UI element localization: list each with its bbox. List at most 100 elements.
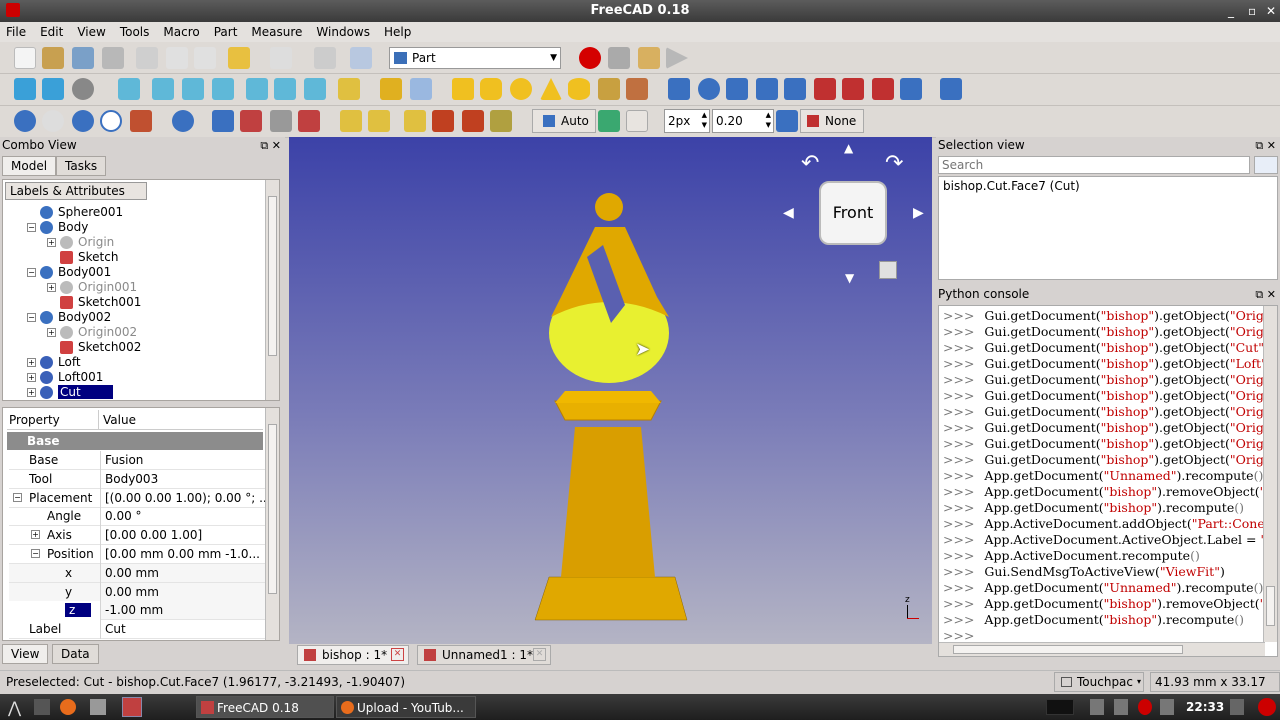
stop-macro-icon[interactable] bbox=[608, 47, 630, 69]
expand-icon[interactable]: + bbox=[47, 238, 56, 247]
property-value[interactable]: -1.00 mm bbox=[105, 601, 265, 619]
panel-float-close-icon[interactable]: ⧉ ✕ bbox=[1255, 286, 1276, 303]
apply-style-icon[interactable] bbox=[776, 110, 798, 132]
property-value[interactable]: [(0.00 0.00 1.00); 0.00 °; ... bbox=[105, 489, 265, 507]
menu-windows[interactable]: Windows bbox=[310, 25, 378, 39]
expand-icon[interactable]: + bbox=[27, 388, 36, 397]
tab-model[interactable]: Model bbox=[2, 156, 57, 176]
rotate-down-icon[interactable]: ▼ bbox=[845, 271, 854, 285]
top-view-icon[interactable] bbox=[182, 78, 204, 100]
tab-doc-bishop[interactable]: bishop : 1* ✕ bbox=[297, 645, 409, 665]
sphere-icon[interactable] bbox=[510, 78, 532, 100]
tree-item[interactable]: Sketch bbox=[47, 250, 118, 265]
fit-selection-icon[interactable] bbox=[42, 78, 64, 100]
make-face-icon[interactable] bbox=[814, 78, 836, 100]
isometric-view-icon[interactable] bbox=[118, 78, 140, 100]
offset-icon[interactable] bbox=[270, 110, 292, 132]
revolve-icon[interactable] bbox=[698, 78, 720, 100]
menu-macro[interactable]: Macro bbox=[157, 25, 207, 39]
cube-icon[interactable] bbox=[452, 78, 474, 100]
selection-item[interactable]: bishop.Cut.Face7 (Cut) bbox=[943, 179, 1273, 193]
selection-search-input[interactable] bbox=[938, 156, 1250, 174]
refresh-icon[interactable] bbox=[314, 47, 336, 69]
menu-view[interactable]: View bbox=[71, 25, 113, 39]
property-row[interactable]: Label Cut bbox=[9, 620, 265, 640]
measure-icon[interactable] bbox=[338, 78, 360, 100]
tree-item[interactable]: Sphere001 bbox=[27, 205, 123, 220]
property-row[interactable]: + Axis [0.00 0.00 1.00] bbox=[9, 526, 265, 546]
extrude-icon[interactable] bbox=[668, 78, 690, 100]
sweep-icon[interactable] bbox=[900, 78, 922, 100]
menu-edit[interactable]: Edit bbox=[34, 25, 71, 39]
property-row[interactable]: − Placement [(0.00 0.00 1.00); 0.00 °; ... bbox=[9, 488, 265, 508]
tree-item[interactable]: Sketch001 bbox=[47, 295, 141, 310]
measure-toggle-icon[interactable] bbox=[462, 110, 484, 132]
property-value[interactable]: [0.00 mm 0.00 mm -1.0... bbox=[105, 545, 265, 563]
chamfer-icon[interactable] bbox=[784, 78, 806, 100]
tree-item[interactable]: + Cut bbox=[27, 385, 113, 400]
navigation-cube[interactable]: Front bbox=[819, 181, 887, 245]
rear-view-icon[interactable] bbox=[246, 78, 268, 100]
property-value[interactable]: Body003 bbox=[105, 470, 265, 488]
cut-icon[interactable] bbox=[136, 47, 158, 69]
python-console-output[interactable]: >>> Gui.getDocument("bishop").getObject("… bbox=[938, 305, 1278, 657]
property-value[interactable]: 0.00 mm bbox=[105, 583, 265, 601]
power-icon[interactable] bbox=[1258, 698, 1276, 716]
join-icon[interactable] bbox=[130, 110, 152, 132]
view-menu-cube-icon[interactable] bbox=[879, 261, 897, 279]
draw-style-icon[interactable] bbox=[72, 78, 94, 100]
bishop-collar-top[interactable] bbox=[555, 391, 661, 403]
macro-editor-icon[interactable] bbox=[638, 47, 660, 69]
clear-search-icon[interactable] bbox=[1254, 156, 1278, 174]
lock-screen-icon[interactable] bbox=[1230, 699, 1244, 715]
rotate-right-arc-icon[interactable]: ↷ bbox=[885, 151, 903, 176]
firefox-icon[interactable] bbox=[60, 699, 76, 715]
tree-item[interactable]: − Body002 bbox=[27, 310, 111, 325]
minimize-icon[interactable]: _ bbox=[1228, 0, 1234, 22]
expand-icon[interactable]: + bbox=[47, 328, 56, 337]
grid-snap-icon[interactable] bbox=[598, 110, 620, 132]
shape-builder-icon[interactable] bbox=[626, 78, 648, 100]
3d-viewport[interactable]: Front ▲ ↶ ↷ ◀ ▶ ▼ z ➤ bbox=[289, 137, 932, 644]
property-row[interactable]: y 0.00 mm bbox=[9, 582, 265, 602]
maximize-icon[interactable]: ▫ bbox=[1248, 0, 1256, 22]
expand-icon[interactable]: + bbox=[27, 358, 36, 367]
property-row[interactable]: Tool Body003 bbox=[9, 469, 265, 489]
paste-icon[interactable] bbox=[194, 47, 216, 69]
tree-item[interactable]: + Origin bbox=[47, 235, 114, 250]
menu-measure[interactable]: Measure bbox=[245, 25, 310, 39]
measure-angular-icon[interactable] bbox=[368, 110, 390, 132]
property-row[interactable]: Base Fusion bbox=[9, 451, 265, 470]
undo-icon[interactable] bbox=[228, 47, 250, 69]
property-value[interactable]: [0.00 0.00 1.00] bbox=[105, 526, 265, 544]
battery-icon[interactable] bbox=[1114, 699, 1128, 715]
record-macro-icon[interactable] bbox=[579, 47, 601, 69]
left-view-icon[interactable] bbox=[304, 78, 326, 100]
torus-icon[interactable] bbox=[568, 78, 590, 100]
expand-icon[interactable]: + bbox=[27, 373, 36, 382]
fillet-icon[interactable] bbox=[756, 78, 778, 100]
panel-float-close-icon[interactable]: ⧉ ✕ bbox=[1255, 137, 1276, 154]
property-value[interactable]: 0.00 ° bbox=[105, 507, 265, 525]
check-geometry-icon[interactable] bbox=[212, 110, 234, 132]
console-vscrollbar[interactable] bbox=[1263, 306, 1277, 642]
new-document-icon[interactable] bbox=[14, 47, 36, 69]
bishop-collar[interactable] bbox=[554, 400, 662, 421]
create-part-icon[interactable] bbox=[380, 78, 402, 100]
collapse-icon[interactable]: − bbox=[27, 268, 36, 277]
bishop-stem[interactable] bbox=[561, 427, 655, 577]
thickness-icon[interactable] bbox=[298, 110, 320, 132]
property-value[interactable]: 0.00 mm bbox=[105, 564, 265, 582]
bottom-view-icon[interactable] bbox=[274, 78, 296, 100]
rotate-left-icon[interactable]: ◀ bbox=[783, 205, 794, 221]
rotate-left-arc-icon[interactable]: ↶ bbox=[801, 151, 819, 176]
tab-data[interactable]: Data bbox=[52, 644, 99, 664]
measure-refresh-icon[interactable] bbox=[404, 110, 426, 132]
collapse-icon[interactable]: − bbox=[31, 549, 40, 558]
network-icon[interactable] bbox=[1090, 699, 1104, 715]
property-scrollbar[interactable] bbox=[265, 408, 279, 640]
start-menu-icon[interactable]: ⋀ bbox=[8, 698, 21, 717]
section-icon[interactable] bbox=[940, 78, 962, 100]
console-hscrollbar[interactable] bbox=[939, 642, 1265, 656]
panel-float-close-icon[interactable]: ⧉ ✕ bbox=[260, 137, 281, 154]
